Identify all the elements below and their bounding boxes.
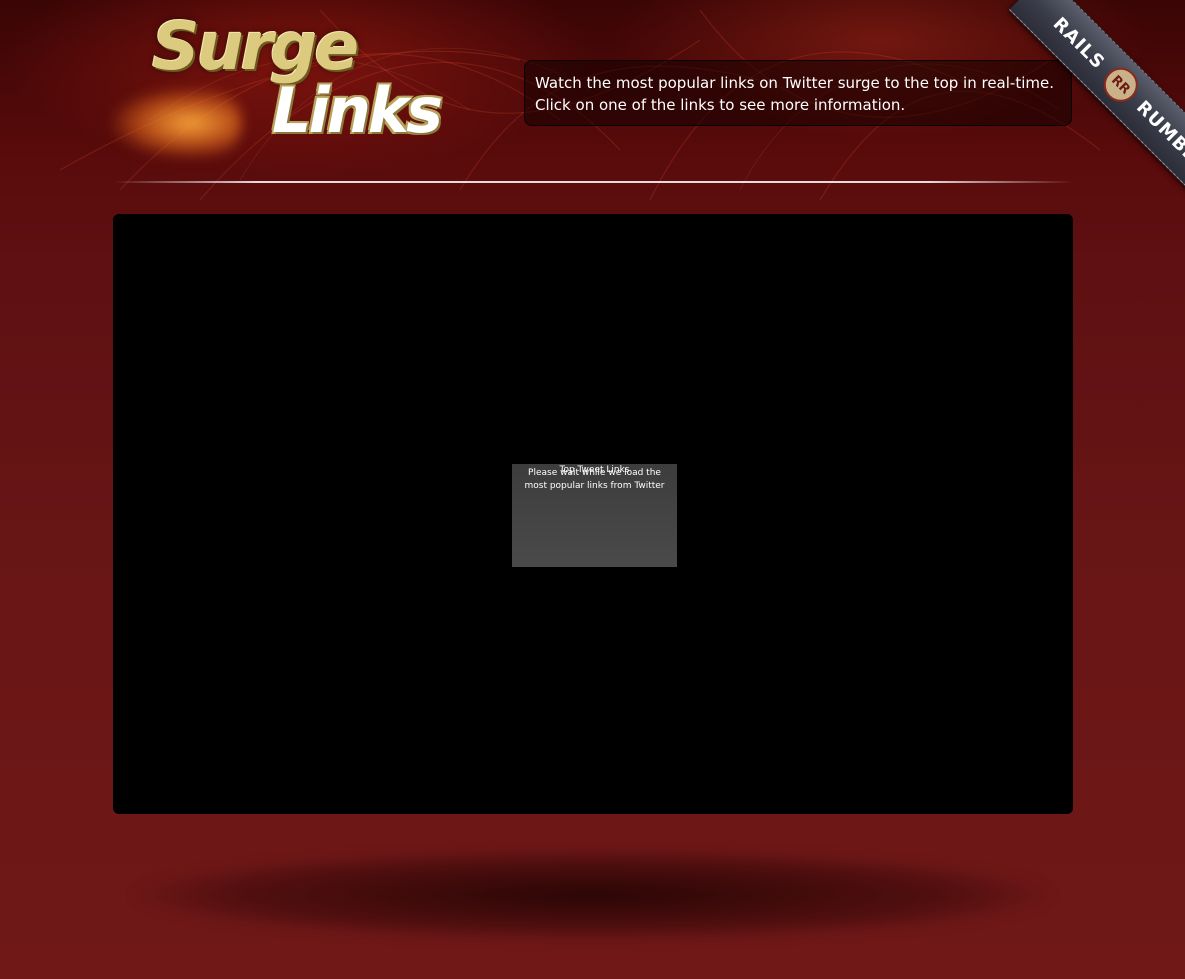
loading-message: Please wait while we load the most popul… [524,468,665,491]
header-divider [113,181,1073,183]
rails-rumble-badge-icon: RR [1096,60,1145,109]
loading-dialog: Top Tweet Links Please wait while we loa… [512,464,677,567]
rails-rumble-ribbon[interactable]: RAILS RR RUMBLE [955,0,1185,230]
surge-links-logo[interactable]: Surge Links [112,14,443,163]
ribbon-band[interactable]: RAILS RR RUMBLE [1009,0,1185,215]
ribbon-text-rails: RAILS [1049,13,1110,74]
stage-floor-shadow [133,850,1053,940]
links-visualization-stage[interactable]: Top Tweet Links Please wait while we loa… [113,214,1073,814]
logo-word-surge: Surge [152,8,359,85]
logo-motion-blur [112,88,242,158]
ribbon-text-rumble: RUMBLE [1132,96,1185,175]
logo-word-links: Links [272,74,443,147]
